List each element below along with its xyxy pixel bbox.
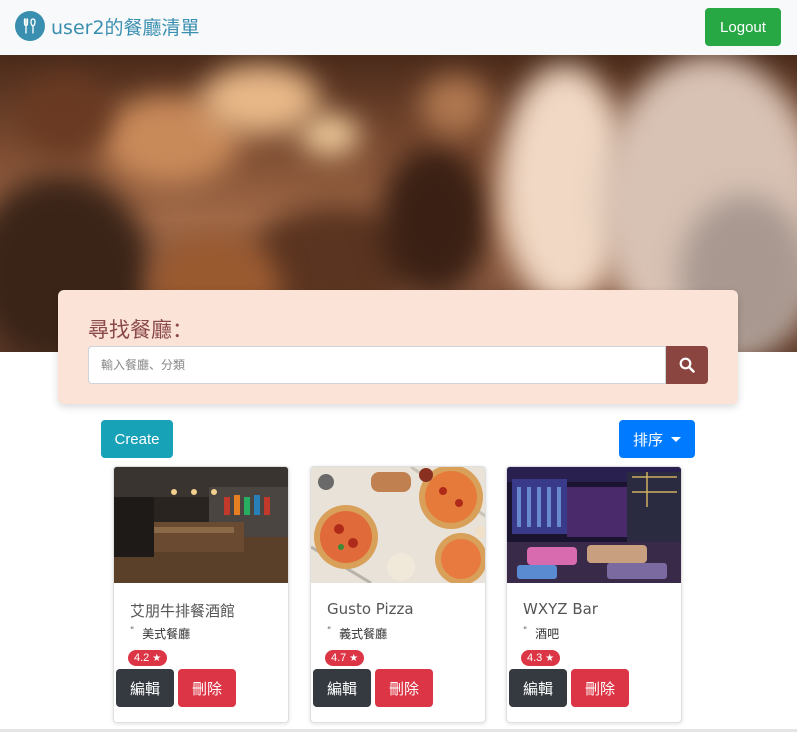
rating-value: 4.7 bbox=[331, 652, 347, 664]
category-icon: " bbox=[327, 625, 332, 636]
restaurant-card[interactable]: 艾朋牛排餐酒館 " 美式餐廳 4.2 ★ 編輯 刪除 bbox=[113, 466, 289, 723]
rating-badge: 4.2 ★ bbox=[128, 650, 168, 666]
category-icon: " bbox=[130, 625, 135, 636]
restaurant-card[interactable]: WXYZ Bar " 酒吧 4.3 ★ 編輯 刪除 bbox=[506, 466, 682, 723]
restaurant-name: 艾朋牛排餐酒館 bbox=[130, 602, 236, 620]
category-icon: " bbox=[523, 625, 528, 636]
restaurant-card[interactable]: Gusto Pizza " 義式餐廳 4.7 ★ 編輯 刪除 bbox=[310, 466, 486, 723]
logout-button[interactable]: Logout bbox=[705, 8, 781, 46]
rating-value: 4.3 bbox=[527, 652, 543, 664]
category-label: 美式餐廳 bbox=[142, 627, 191, 641]
rating-badge: 4.7 ★ bbox=[325, 650, 365, 666]
restaurant-image[interactable] bbox=[507, 467, 681, 583]
delete-button[interactable]: 刪除 bbox=[375, 669, 433, 707]
edit-button[interactable]: 編輯 bbox=[116, 669, 174, 707]
brand-title: user2的餐廳清單 bbox=[51, 16, 200, 39]
brand-link[interactable]: user2的餐廳清單 bbox=[15, 11, 200, 41]
navbar: user2的餐廳清單 Logout bbox=[0, 0, 797, 55]
star-icon: ★ bbox=[349, 652, 359, 664]
create-button[interactable]: Create bbox=[101, 420, 173, 458]
search-title: 尋找餐廳： bbox=[88, 318, 193, 342]
star-icon: ★ bbox=[152, 652, 162, 664]
rating-value: 4.2 bbox=[134, 652, 150, 664]
delete-button[interactable]: 刪除 bbox=[178, 669, 236, 707]
utensils-icon bbox=[15, 11, 45, 41]
rating-badge: 4.3 ★ bbox=[521, 650, 561, 666]
search-input[interactable] bbox=[88, 346, 666, 384]
star-icon: ★ bbox=[545, 652, 555, 664]
edit-button[interactable]: 編輯 bbox=[509, 669, 567, 707]
sort-dropdown-button[interactable]: 排序 bbox=[619, 420, 695, 458]
restaurant-image[interactable] bbox=[114, 467, 288, 583]
restaurant-category: " 義式餐廳 bbox=[327, 625, 387, 642]
category-label: 酒吧 bbox=[535, 627, 560, 641]
search-icon bbox=[679, 357, 695, 373]
caret-down-icon bbox=[671, 436, 681, 442]
search-panel: 尋找餐廳： bbox=[58, 290, 738, 404]
restaurant-category: " 美式餐廳 bbox=[130, 625, 190, 642]
sort-label: 排序 bbox=[632, 430, 663, 449]
category-label: 義式餐廳 bbox=[339, 627, 388, 641]
delete-button[interactable]: 刪除 bbox=[571, 669, 629, 707]
edit-button[interactable]: 編輯 bbox=[313, 669, 371, 707]
restaurant-name: WXYZ Bar bbox=[523, 600, 598, 618]
restaurant-image[interactable] bbox=[311, 467, 485, 583]
restaurant-name: Gusto Pizza bbox=[327, 600, 414, 618]
search-button[interactable] bbox=[666, 346, 708, 384]
restaurant-category: " 酒吧 bbox=[523, 625, 559, 642]
